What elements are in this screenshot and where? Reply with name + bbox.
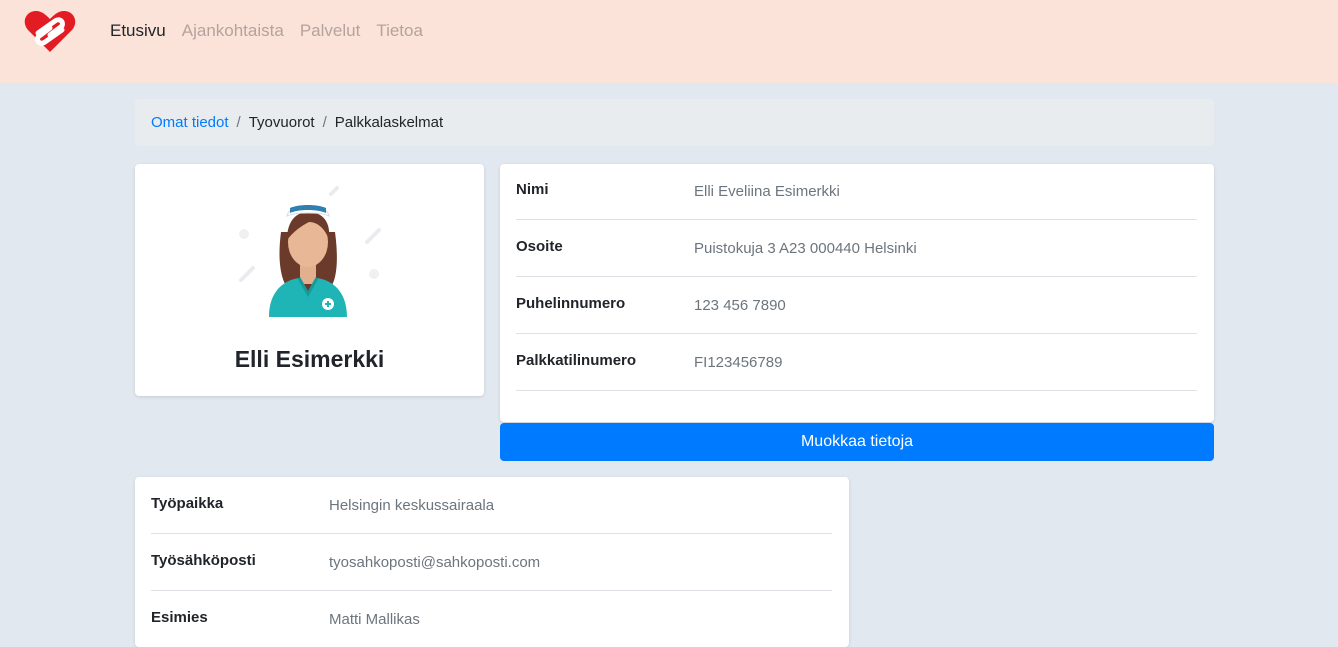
info-value: Elli Eveliina Esimerkki bbox=[694, 183, 840, 200]
edit-info-button[interactable]: Muokkaa tietoja bbox=[500, 423, 1214, 461]
nurse-avatar-icon bbox=[239, 186, 381, 317]
work-row-tyopaikka: Työpaikka Helsingin keskussairaala bbox=[151, 495, 494, 514]
work-row-esimies: Esimies Matti Mallikas bbox=[151, 609, 420, 628]
info-label: Nimi bbox=[516, 181, 549, 198]
breadcrumb-separator: / bbox=[322, 114, 327, 131]
info-label: Osoite bbox=[516, 238, 563, 255]
breadcrumb-item-palkkalaskelmat: Palkkalaskelmat bbox=[334, 114, 444, 131]
info-row-puhelinnumero: Puhelinnumero 123 456 7890 bbox=[516, 295, 786, 314]
divider bbox=[516, 333, 1197, 334]
personal-info-card bbox=[500, 164, 1214, 422]
info-value: Puistokuja 3 A23 000440 Helsinki bbox=[694, 240, 917, 257]
breadcrumb-separator: / bbox=[236, 114, 241, 131]
divider bbox=[516, 276, 1197, 277]
info-label: Työsähköposti bbox=[151, 552, 256, 569]
info-label: Puhelinnumero bbox=[516, 295, 626, 312]
info-value: Helsingin keskussairaala bbox=[329, 497, 495, 514]
info-label: Työpaikka bbox=[151, 495, 224, 512]
info-row-nimi: Nimi Elli Eveliina Esimerkki bbox=[516, 181, 840, 200]
nav-item-palvelut[interactable]: Palvelut bbox=[300, 21, 360, 41]
divider bbox=[516, 390, 1197, 391]
info-value: FI123456789 bbox=[694, 354, 783, 371]
breadcrumb-link-omat-tiedot[interactable]: Omat tiedot bbox=[151, 114, 229, 131]
info-value: Matti Mallikas bbox=[329, 611, 420, 628]
divider bbox=[516, 219, 1197, 220]
divider bbox=[151, 590, 832, 591]
nav-item-tietoa[interactable]: Tietoa bbox=[376, 21, 423, 41]
nav-item-etusivu[interactable]: Etusivu bbox=[110, 21, 166, 41]
breadcrumb: Omat tiedot / Tyovuorot / Palkkalaskelma… bbox=[135, 99, 1214, 146]
info-value: tyosahkoposti@sahkoposti.com bbox=[329, 554, 541, 571]
info-row-palkkatilinumero: Palkkatilinumero FI123456789 bbox=[516, 352, 782, 371]
work-row-tyosahkoposti: Työsähköposti tyosahkoposti@sahkoposti.c… bbox=[151, 552, 540, 571]
divider bbox=[151, 533, 832, 534]
nav-item-ajankohtaista[interactable]: Ajankohtaista bbox=[182, 21, 284, 41]
info-label: Esimies bbox=[151, 609, 208, 626]
top-navbar: Etusivu Ajankohtaista Palvelut Tietoa bbox=[0, 0, 1338, 83]
heart-logo-icon[interactable] bbox=[22, 8, 78, 56]
info-row-osoite: Osoite Puistokuja 3 A23 000440 Helsinki bbox=[516, 238, 917, 257]
breadcrumb-item-tyovuorot: Tyovuorot bbox=[248, 114, 315, 131]
main-nav: Etusivu Ajankohtaista Palvelut Tietoa bbox=[110, 21, 423, 41]
info-label: Palkkatilinumero bbox=[516, 352, 637, 369]
info-value: 123 456 7890 bbox=[694, 297, 786, 314]
profile-name: Elli Esimerkki bbox=[234, 346, 385, 372]
